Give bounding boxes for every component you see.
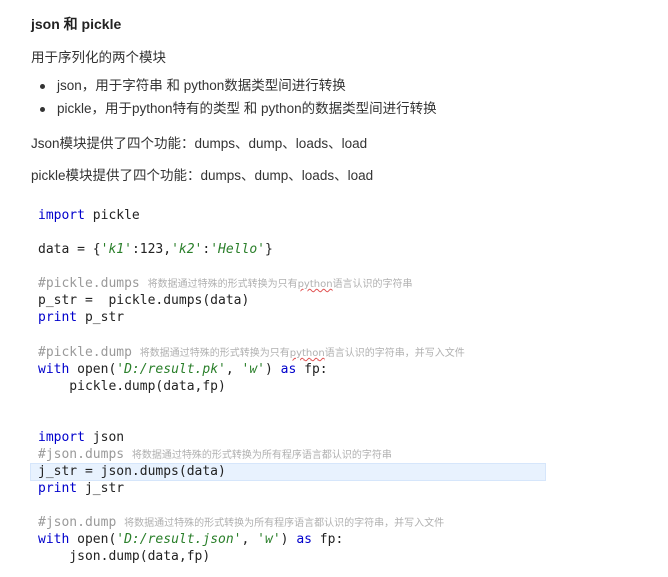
intro-text: 用于序列化的两个模块 xyxy=(31,50,166,65)
code-comment: #json.dumps 将数据通过特殊的形式转换为所有程序语言都认识的字符串 xyxy=(38,447,392,462)
code-block[interactable]: import pickle data = {'k1':123,'k2':'Hel… xyxy=(30,198,650,577)
code-line: print j_str xyxy=(38,481,125,496)
page-title: json 和 pickle xyxy=(31,16,122,32)
code-comment: #pickle.dumps 将数据通过特殊的形式转换为只有python语言认识的… xyxy=(38,276,413,291)
bullet-icon xyxy=(40,107,45,112)
code-line: with open('D:/result.pk', 'w') as fp: xyxy=(38,362,328,377)
code-line: json.dump(data,fp) xyxy=(38,549,211,564)
code-line: j_str = json.dumps(data) xyxy=(38,464,226,479)
code-comment: #json.dump 将数据通过特殊的形式转换为所有程序语言都认识的字符串，并写… xyxy=(38,515,445,530)
pickle-functions-text: pickle模块提供了四个功能：dumps、dump、loads、load xyxy=(31,168,374,183)
code-line: with open('D:/result.json', 'w') as fp: xyxy=(38,532,344,547)
json-functions-text: Json模块提供了四个功能：dumps、dump、loads、load xyxy=(31,136,368,151)
code-line: data = {'k1':123,'k2':'Hello'} xyxy=(38,242,273,257)
module-list: json，用于字符串 和 python数据类型间进行转换 pickle，用于py… xyxy=(31,76,437,122)
code-line: import json xyxy=(38,430,125,445)
code-line: print p_str xyxy=(38,310,125,325)
bullet-icon xyxy=(40,84,45,89)
code-line: import pickle xyxy=(38,208,140,223)
code-line: pickle.dump(data,fp) xyxy=(38,379,226,394)
list-item: json，用于字符串 和 python数据类型间进行转换 xyxy=(31,76,437,99)
code-comment: #pickle.dump 将数据通过特殊的形式转换为只有python语言认识的字… xyxy=(38,345,465,360)
code-line: p_str = pickle.dumps(data) xyxy=(38,293,250,308)
list-item: pickle，用于python特有的类型 和 python的数据类型间进行转换 xyxy=(31,99,437,122)
